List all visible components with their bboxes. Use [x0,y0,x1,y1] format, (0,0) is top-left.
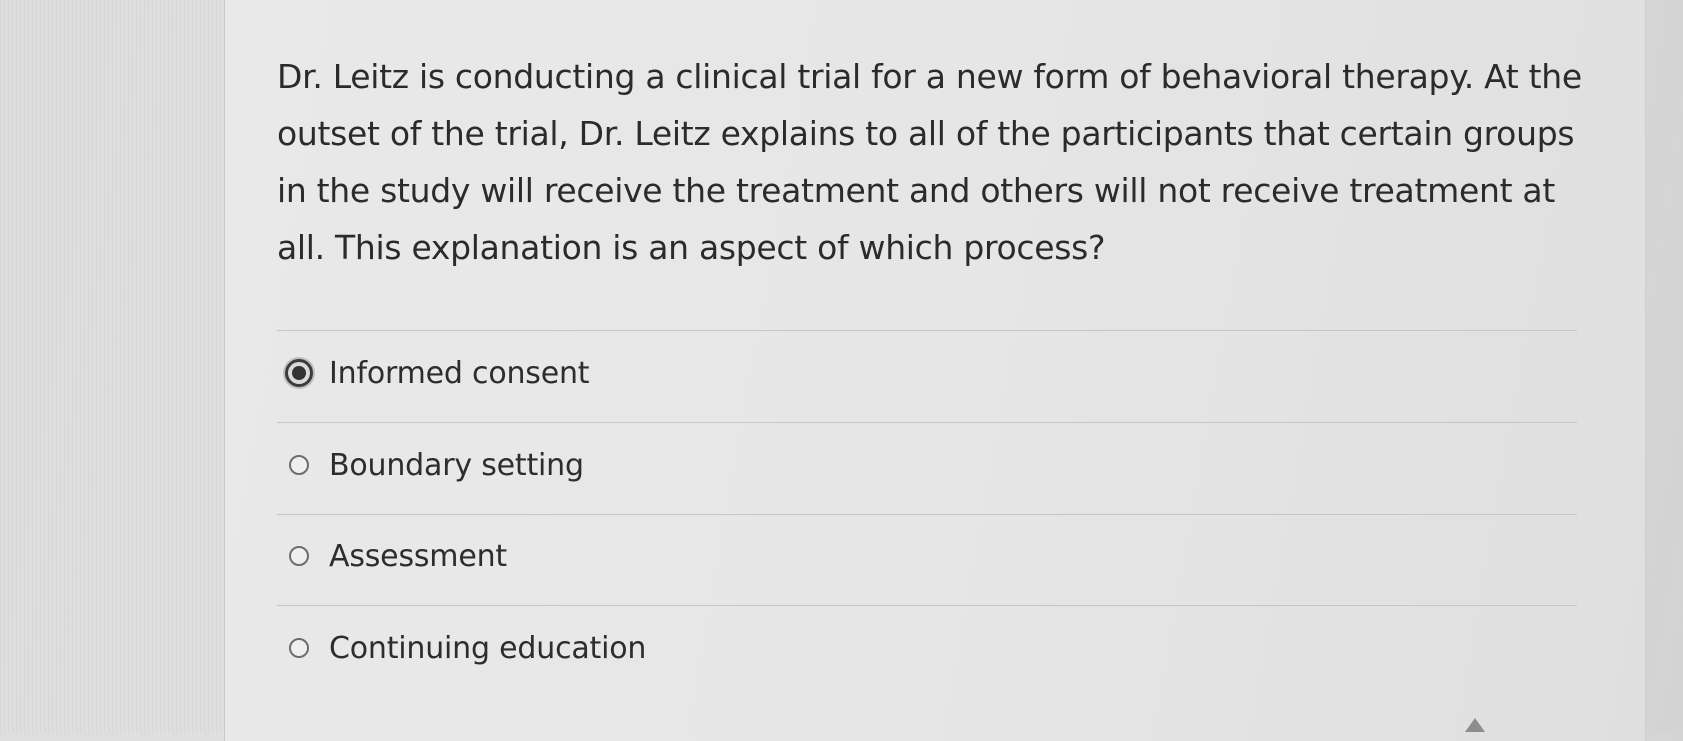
option-continuing-education[interactable]: Continuing education [289,623,646,673]
radio-unchecked-icon[interactable] [289,546,309,566]
divider [277,330,1577,331]
divider [277,514,1577,515]
divider [277,422,1577,423]
option-label: Informed consent [329,355,590,391]
radio-unchecked-icon[interactable] [289,455,309,475]
mouse-pointer-icon [1465,718,1485,732]
option-label: Assessment [329,538,507,574]
question-card: Dr. Leitz is conducting a clinical trial… [224,0,1646,741]
option-label: Continuing education [329,630,647,666]
option-assessment[interactable]: Assessment [289,531,507,581]
radio-checked-icon[interactable] [285,359,313,387]
question-text: Dr. Leitz is conducting a clinical trial… [277,57,1582,267]
option-boundary-setting[interactable]: Boundary setting [289,440,584,490]
radio-unchecked-icon[interactable] [289,638,309,658]
background-texture [0,0,225,732]
option-label: Boundary setting [329,447,584,483]
option-informed-consent[interactable]: Informed consent [285,348,590,398]
divider [277,605,1577,606]
